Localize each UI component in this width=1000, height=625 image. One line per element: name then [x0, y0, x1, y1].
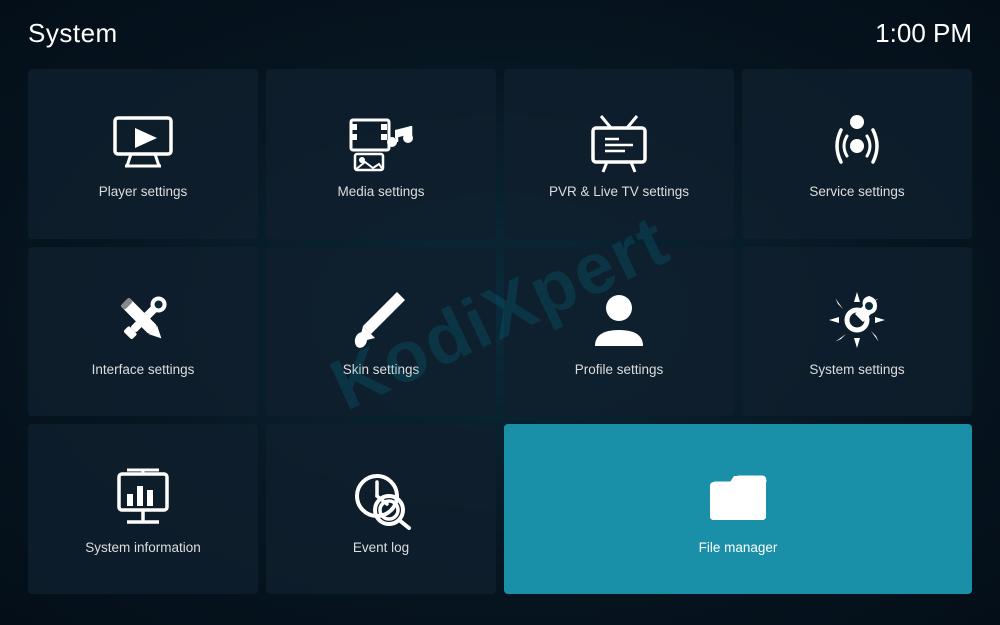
pvr-icon — [587, 110, 651, 174]
service-settings-item[interactable]: Service settings — [742, 69, 972, 239]
player-icon — [111, 110, 175, 174]
player-settings-item[interactable]: Player settings — [28, 69, 258, 239]
file-manager-label: File manager — [699, 540, 778, 555]
service-icon — [825, 110, 889, 174]
event-log-label: Event log — [353, 540, 409, 555]
page-title: System — [28, 18, 118, 49]
skin-settings-label: Skin settings — [343, 362, 420, 377]
media-icon — [349, 110, 413, 174]
system-information-label: System information — [85, 540, 201, 555]
profile-settings-label: Profile settings — [575, 362, 664, 377]
skin-settings-item[interactable]: Skin settings — [266, 247, 496, 417]
profile-icon — [587, 288, 651, 352]
system-information-item[interactable]: System information — [28, 424, 258, 594]
header: System 1:00 PM — [0, 0, 1000, 59]
skin-icon — [349, 288, 413, 352]
event-log-icon — [349, 466, 413, 530]
event-log-item[interactable]: Event log — [266, 424, 496, 594]
file-manager-item[interactable]: File manager — [504, 424, 972, 594]
service-settings-label: Service settings — [809, 184, 904, 199]
system-info-icon — [111, 466, 175, 530]
system-settings-label: System settings — [809, 362, 904, 377]
settings-grid: Player settings Me — [0, 59, 1000, 614]
interface-settings-item[interactable]: Interface settings — [28, 247, 258, 417]
system-settings-item[interactable]: System settings — [742, 247, 972, 417]
pvr-settings-item[interactable]: PVR & Live TV settings — [504, 69, 734, 239]
interface-icon — [111, 288, 175, 352]
system-settings-icon — [825, 288, 889, 352]
clock: 1:00 PM — [875, 18, 972, 49]
profile-settings-item[interactable]: Profile settings — [504, 247, 734, 417]
player-settings-label: Player settings — [99, 184, 188, 199]
file-manager-icon — [706, 466, 770, 530]
media-settings-label: Media settings — [337, 184, 424, 199]
pvr-settings-label: PVR & Live TV settings — [549, 184, 689, 199]
interface-settings-label: Interface settings — [92, 362, 195, 377]
media-settings-item[interactable]: Media settings — [266, 69, 496, 239]
